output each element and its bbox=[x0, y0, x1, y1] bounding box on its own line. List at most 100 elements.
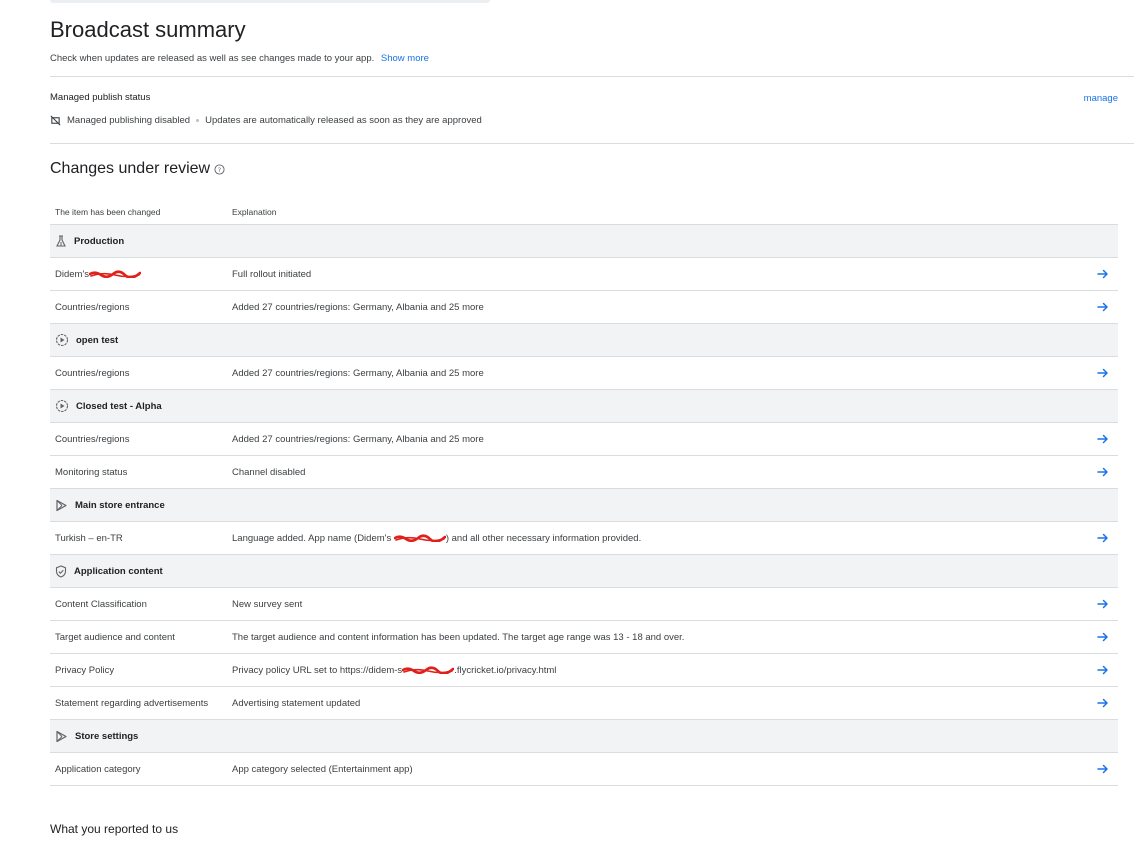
explanation-cell: Channel disabled bbox=[232, 467, 1088, 478]
arrow-right-icon[interactable] bbox=[1088, 599, 1118, 609]
changed-item-text: Statement regarding advertisements bbox=[55, 697, 209, 709]
arrow-right-icon[interactable] bbox=[1088, 698, 1118, 708]
managed-publish-status-detail: Updates are automatically released as so… bbox=[205, 115, 482, 126]
play-store-icon bbox=[55, 730, 75, 743]
svg-text:?: ? bbox=[218, 165, 221, 173]
publishing-off-icon bbox=[50, 115, 61, 126]
group-name: Main store entrance bbox=[75, 499, 165, 511]
explanation-text: App category selected (Entertainment app… bbox=[232, 763, 413, 775]
table-body: Production Didem's Full rollout initiated C… bbox=[50, 225, 1118, 786]
redaction-scribble bbox=[393, 534, 447, 544]
changed-item-cell: Turkish – en-TR bbox=[50, 533, 232, 544]
page-title: Broadcast summary bbox=[50, 17, 246, 42]
arrow-right-icon[interactable] bbox=[1088, 632, 1118, 642]
arrow-right-icon[interactable] bbox=[1088, 269, 1118, 279]
table-header: The item has been changed Explanation bbox=[50, 200, 1118, 225]
changed-item-text: Countries/regions bbox=[55, 301, 130, 313]
changed-item-cell: Application category bbox=[50, 764, 232, 775]
explanation-text: Added 27 countries/regions: Germany, Alb… bbox=[232, 301, 484, 313]
redaction-scribble bbox=[88, 270, 142, 280]
test-track-icon bbox=[55, 399, 76, 413]
explanation-text: Privacy policy URL set to https://didem-… bbox=[232, 664, 403, 676]
group-header: Store settings bbox=[50, 720, 1118, 753]
column-header-explanation: Explanation bbox=[232, 207, 277, 217]
subtitle-text: Check when updates are released as well … bbox=[50, 53, 375, 64]
divider bbox=[50, 76, 1134, 77]
explanation-cell: New survey sent bbox=[232, 599, 1088, 610]
table-row[interactable]: Monitoring status Channel disabled bbox=[50, 456, 1118, 489]
changed-item-text: Didem's bbox=[55, 268, 90, 280]
divider bbox=[50, 143, 1134, 144]
managed-publish-status-text: Managed publishing disabled bbox=[67, 115, 191, 126]
explanation-cell: Privacy policy URL set to https://didem-… bbox=[232, 665, 1088, 676]
table-row[interactable]: Didem's Full rollout initiated bbox=[50, 258, 1118, 291]
changed-item-cell: Countries/regions bbox=[50, 302, 232, 313]
help-icon[interactable]: ? bbox=[214, 163, 225, 175]
changed-item-text: Countries/regions bbox=[55, 433, 130, 445]
arrow-right-icon[interactable] bbox=[1088, 533, 1118, 543]
changes-title: Changes under review bbox=[50, 160, 211, 177]
show-more-link[interactable]: Show more bbox=[381, 53, 429, 64]
managed-publish-status: Managed publishing disabled Updates are … bbox=[50, 115, 482, 126]
page-subtitle: Check when updates are released as well … bbox=[50, 53, 429, 64]
group-name: Store settings bbox=[75, 730, 139, 742]
changed-item-text: Content Classification bbox=[55, 598, 147, 610]
explanation-text: Added 27 countries/regions: Germany, Alb… bbox=[232, 433, 484, 445]
changed-item-cell: Target audience and content bbox=[50, 632, 232, 643]
group-header: Application content bbox=[50, 555, 1118, 588]
table-row[interactable]: Statement regarding advertisements Advert… bbox=[50, 687, 1118, 720]
group-name: Application content bbox=[74, 565, 163, 577]
arrow-right-icon[interactable] bbox=[1088, 665, 1118, 675]
group-name: open test bbox=[76, 334, 119, 346]
group-header: open test bbox=[50, 324, 1118, 357]
table-row[interactable]: Application category App category selecte… bbox=[50, 753, 1118, 786]
changed-item-cell: Countries/regions bbox=[50, 368, 232, 379]
group-name: Production bbox=[74, 235, 125, 247]
explanation-cell: Added 27 countries/regions: Germany, Alb… bbox=[232, 302, 1088, 313]
explanation-text: Advertising statement updated bbox=[232, 697, 361, 709]
arrow-right-icon[interactable] bbox=[1088, 467, 1118, 477]
changes-table: The item has been changed Explanation Pr… bbox=[50, 200, 1118, 786]
table-row[interactable]: Privacy Policy Privacy policy URL set to … bbox=[50, 654, 1118, 687]
arrow-right-icon[interactable] bbox=[1088, 368, 1118, 378]
changed-item-text: Application category bbox=[55, 763, 141, 775]
table-row[interactable]: Countries/regions Added 27 countries/regi… bbox=[50, 291, 1118, 324]
explanation-text: The target audience and content informat… bbox=[232, 631, 685, 643]
changed-item-cell: Countries/regions bbox=[50, 434, 232, 445]
separator-dot bbox=[196, 119, 200, 122]
changed-item-text: Privacy Policy bbox=[55, 664, 115, 676]
top-scroll-bar bbox=[50, 0, 490, 3]
manage-link[interactable]: manage bbox=[1084, 93, 1118, 104]
column-header-item: The item has been changed bbox=[55, 207, 161, 217]
table-row[interactable]: Target audience and content The target au… bbox=[50, 621, 1118, 654]
changed-item-cell: Privacy Policy bbox=[50, 665, 232, 676]
explanation-cell: Language added. App name (Didem's ) and … bbox=[232, 533, 1088, 544]
changes-under-review-heading: Changes under review ? bbox=[50, 160, 225, 178]
arrow-right-icon[interactable] bbox=[1088, 764, 1118, 774]
explanation-cell: Added 27 countries/regions: Germany, Alb… bbox=[232, 434, 1088, 445]
group-header: Production bbox=[50, 225, 1118, 258]
arrow-right-icon[interactable] bbox=[1088, 302, 1118, 312]
explanation-text: .flycricket.io/privacy.html bbox=[454, 664, 557, 676]
table-row[interactable]: Turkish – en-TR Language added. App name … bbox=[50, 522, 1118, 555]
explanation-text: Full rollout initiated bbox=[232, 268, 312, 280]
explanation-cell: Full rollout initiated bbox=[232, 269, 1088, 280]
test-track-icon bbox=[55, 333, 76, 347]
table-row[interactable]: Countries/regions Added 27 countries/regi… bbox=[50, 357, 1118, 390]
changed-item-cell: Didem's bbox=[50, 269, 232, 280]
explanation-text: Language added. App name (Didem's bbox=[232, 532, 394, 544]
reported-heading: What you reported to us bbox=[50, 822, 179, 836]
table-row[interactable]: Countries/regions Added 27 countries/regi… bbox=[50, 423, 1118, 456]
changed-item-text: Turkish – en-TR bbox=[55, 532, 123, 544]
managed-publish-label: Managed publish status bbox=[50, 92, 151, 103]
changed-item-text: Monitoring status bbox=[55, 466, 128, 478]
changed-item-text: Target audience and content bbox=[55, 631, 175, 643]
explanation-cell: App category selected (Entertainment app… bbox=[232, 764, 1088, 775]
changed-item-cell: Monitoring status bbox=[50, 467, 232, 478]
table-row[interactable]: Content Classification New survey sent bbox=[50, 588, 1118, 621]
arrow-right-icon[interactable] bbox=[1088, 434, 1118, 444]
explanation-cell: Added 27 countries/regions: Germany, Alb… bbox=[232, 368, 1088, 379]
play-store-icon bbox=[55, 499, 75, 512]
changed-item-cell: Content Classification bbox=[50, 599, 232, 610]
explanation-cell: Advertising statement updated bbox=[232, 698, 1088, 709]
